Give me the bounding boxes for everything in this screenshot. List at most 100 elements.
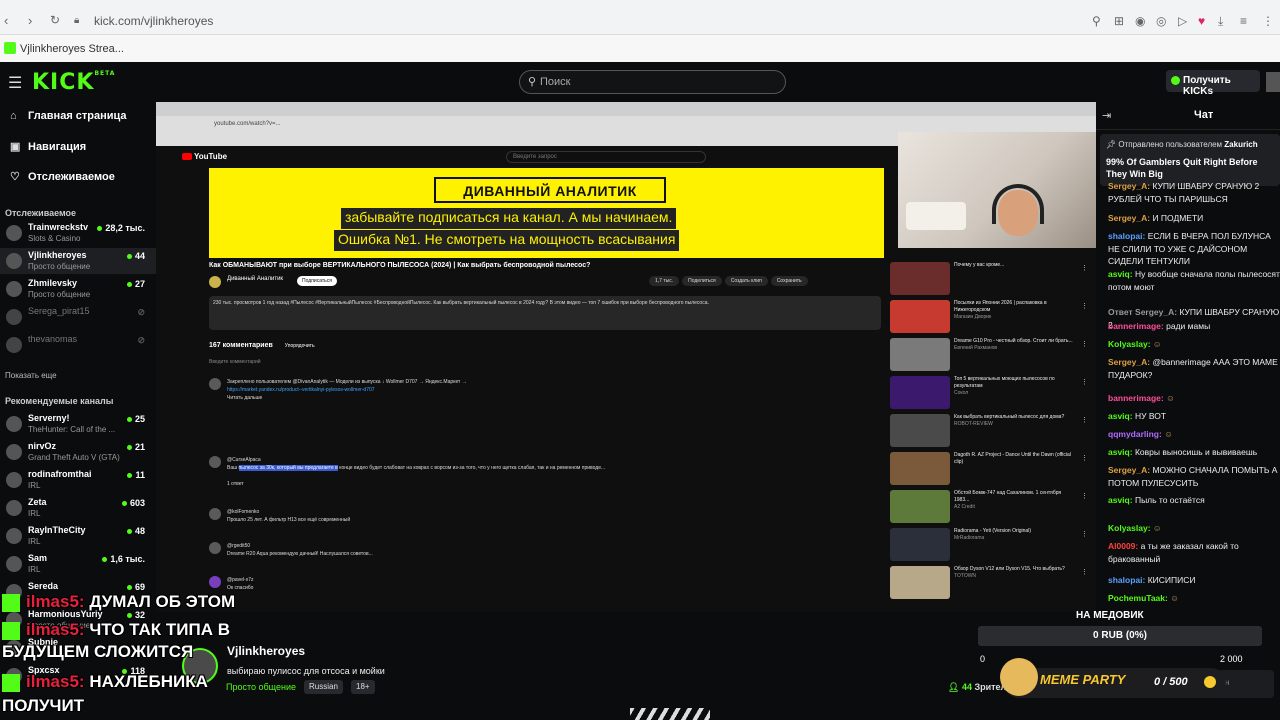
more-icon: ⋮ (1081, 303, 1088, 310)
sidebar-channel[interactable]: RayInTheCity IRL 48 (0, 523, 156, 549)
recommended-video: Radiorama - Yeti (Version Original) MrRad… (888, 528, 1096, 562)
menu-icon[interactable]: ≡ (1240, 14, 1247, 28)
user-avatar[interactable] (1266, 72, 1280, 92)
channel-avatar (6, 528, 22, 544)
viewer-count-value: 1,6 тыс. (110, 554, 145, 564)
recommended-title: Топ 5 вертикальных моющих пылесосов по р… (954, 376, 1055, 396)
translate-icon[interactable]: ⊞ (1114, 14, 1124, 28)
send-icon[interactable]: ▷ (1178, 14, 1187, 28)
viewer-count-value: 44 (134, 251, 145, 261)
overlay-text: БУДУЩЕМ СЛОЖИТСЯ (2, 642, 194, 661)
chat-username[interactable]: shalopai: (1108, 231, 1145, 241)
channel-name: rodinafromthai (28, 469, 92, 479)
recommendations: Почему у вас кроме... ⋮ Посылки из Японии … (888, 256, 1096, 612)
chat-username[interactable]: qqmydarling: (1108, 429, 1162, 439)
site-info-icon[interactable]: 🔒︎ (74, 15, 79, 26)
chat-username[interactable]: bannerimage: (1108, 393, 1164, 403)
sidebar-channel[interactable]: Vjlinkheroyes Просто общение 44 (0, 248, 156, 274)
overlay-username: ilmas5: (26, 592, 85, 611)
viewer-count-value: 21 (134, 442, 145, 452)
chat-username[interactable]: Sergey_A: (1108, 357, 1150, 367)
sidebar-channel[interactable]: thevanomas ⊘ (0, 332, 156, 358)
chat-username[interactable]: asviq: (1108, 495, 1133, 505)
chat-username[interactable]: PochemuTaak: (1108, 593, 1168, 603)
heart-icon[interactable]: ♥ (1198, 14, 1205, 28)
search-icon[interactable]: ⚲ (1092, 14, 1101, 28)
pinned-message[interactable]: 📌︎ Отправлено пользователем Zakurich 99%… (1100, 134, 1280, 186)
address-bar[interactable]: kick.com/vjlinkheroyes (94, 14, 213, 28)
video-player[interactable]: youtube.com/watch?v=... YouTube Введите … (156, 102, 1096, 612)
pinned-text: 99% Of Gamblers Quit Right Before They W… (1106, 157, 1258, 179)
sidebar-channel[interactable]: Zeta IRL 603 (0, 495, 156, 521)
overlay-message: ilmas5: ЧТО ТАК ТИПА В (2, 620, 230, 640)
chat-username[interactable]: Al0009: (1108, 541, 1138, 551)
kick-icon (2, 621, 20, 640)
sidebar-channel[interactable]: nirvOz Grand Theft Auto V (GTA) 21 (0, 439, 156, 465)
video-thumbnail (890, 566, 950, 599)
viewer-count: 28,2 тыс. (97, 223, 145, 233)
chat-title: Чат (1194, 109, 1214, 121)
share-button: Поделиться (682, 276, 722, 286)
browser-chrome: ‹ › ↻ 🔒︎ kick.com/vjlinkheroyes ⚲ ⊞ ◉ ◎ … (0, 0, 1280, 62)
webcam-overlay (898, 132, 1096, 248)
goal-progress-bar: 0 RUB (0%) (978, 626, 1262, 646)
chat-username[interactable]: bannerimage: (1108, 321, 1164, 331)
chat-username[interactable]: asviq: (1108, 411, 1133, 421)
back-icon[interactable]: ‹ (4, 13, 8, 28)
search-input[interactable]: ⚲ Поиск (519, 70, 786, 94)
sidebar-channel[interactable]: Trainwreckstv Slots & Casino 28,2 тыс. (0, 220, 156, 246)
streamer-url: youtube.com/watch?v=... (214, 121, 281, 127)
more-icon: ⋮ (1081, 417, 1088, 424)
chat-username[interactable]: Sergey_A: (1108, 213, 1150, 223)
overlay-message: ilmas5: ДУМАЛ ОБ ЭТОМ (2, 592, 235, 612)
sidebar-channel[interactable]: Serverny! TheHunter: Call of the ... 25 (0, 411, 156, 437)
sidebar-item-browse[interactable]: ▣ Навигация (10, 140, 86, 153)
collapse-chat-icon[interactable]: ⇥ (1102, 109, 1111, 122)
chat-username[interactable]: Sergey_A: (1108, 181, 1150, 191)
recommended-video: Топ 5 вертикальных моющих пылесосов по р… (888, 376, 1096, 410)
video-thumbnail (890, 338, 950, 371)
comment-avatar (209, 456, 221, 468)
tab-strip: Vjlinkheroyes Strea... (0, 34, 1280, 62)
save-button: Сохранить (770, 276, 808, 286)
show-more-link[interactable]: Показать еще (5, 371, 57, 380)
chat-text: Пыль то остаётся (1134, 495, 1205, 505)
get-kicks-button[interactable]: Получить KICKs (1166, 70, 1260, 97)
comment-avatar (209, 542, 221, 554)
camera-icon[interactable]: ◉ (1135, 14, 1145, 28)
channel-name: Диванный Аналитик (227, 276, 284, 282)
chat-username[interactable]: Ответ Sergey_A: (1108, 307, 1177, 317)
tag-language[interactable]: Russian (304, 680, 343, 694)
chat-username[interactable]: Kolyaslay: (1108, 339, 1151, 349)
chat-username[interactable]: asviq: (1108, 447, 1133, 457)
forward-icon[interactable]: › (28, 13, 32, 28)
hamburger-icon[interactable]: ☰ (8, 73, 22, 93)
chat-username[interactable]: Sergey_A: (1108, 465, 1150, 475)
comment-item: @pavel-x7z Ок спасибо (209, 576, 869, 598)
kicks-icon (1171, 76, 1180, 85)
chat-message: bannerimage: ради мамы (1108, 320, 1280, 333)
sidebar-item-home[interactable]: ⌂ Главная страница (10, 110, 127, 122)
channel-name: Serverny! (28, 413, 70, 423)
banner-line-1: забывайте подписаться на канал. А мы нач… (341, 208, 677, 229)
tag-age[interactable]: 18+ (351, 680, 375, 694)
tab-title[interactable]: Vjlinkheroyes Strea... (20, 43, 124, 55)
meme-progress: 0 / 500 (1154, 676, 1188, 688)
chat-username[interactable]: asviq: (1108, 269, 1133, 279)
chat-username[interactable]: Kolyaslay: (1108, 523, 1151, 533)
more-icon: ⋮ (1081, 265, 1088, 272)
sidebar-channel[interactable]: rodinafromthai IRL 11 (0, 467, 156, 493)
sidebar-channel[interactable]: Sam IRL 1,6 тыс. (0, 551, 156, 577)
clip-button: Создать клип (724, 276, 768, 286)
chat-username[interactable]: shalopai: (1108, 575, 1145, 585)
reload-icon[interactable]: ↻ (50, 13, 60, 27)
download-icon[interactable]: ⤓ (1218, 14, 1223, 29)
recommended-title: Посылки из Японии 2026 | распаковка в Ни… (954, 300, 1047, 320)
kick-logo[interactable]: KICKBETA (32, 70, 115, 95)
shield-icon[interactable]: ◎ (1156, 14, 1166, 28)
sidebar-channel[interactable]: Zhmilevsky Просто общение 27 (0, 276, 156, 302)
sidebar-item-following[interactable]: ♡ Отслеживаемое (10, 170, 115, 183)
sidebar-channel[interactable]: Serega_pirat15 ⊘ (0, 304, 156, 330)
recommended-video: Обзор Dyson V12 или Dyson V15. Что выбра… (888, 566, 1096, 600)
more-icon[interactable]: ⋮ (1262, 14, 1274, 28)
